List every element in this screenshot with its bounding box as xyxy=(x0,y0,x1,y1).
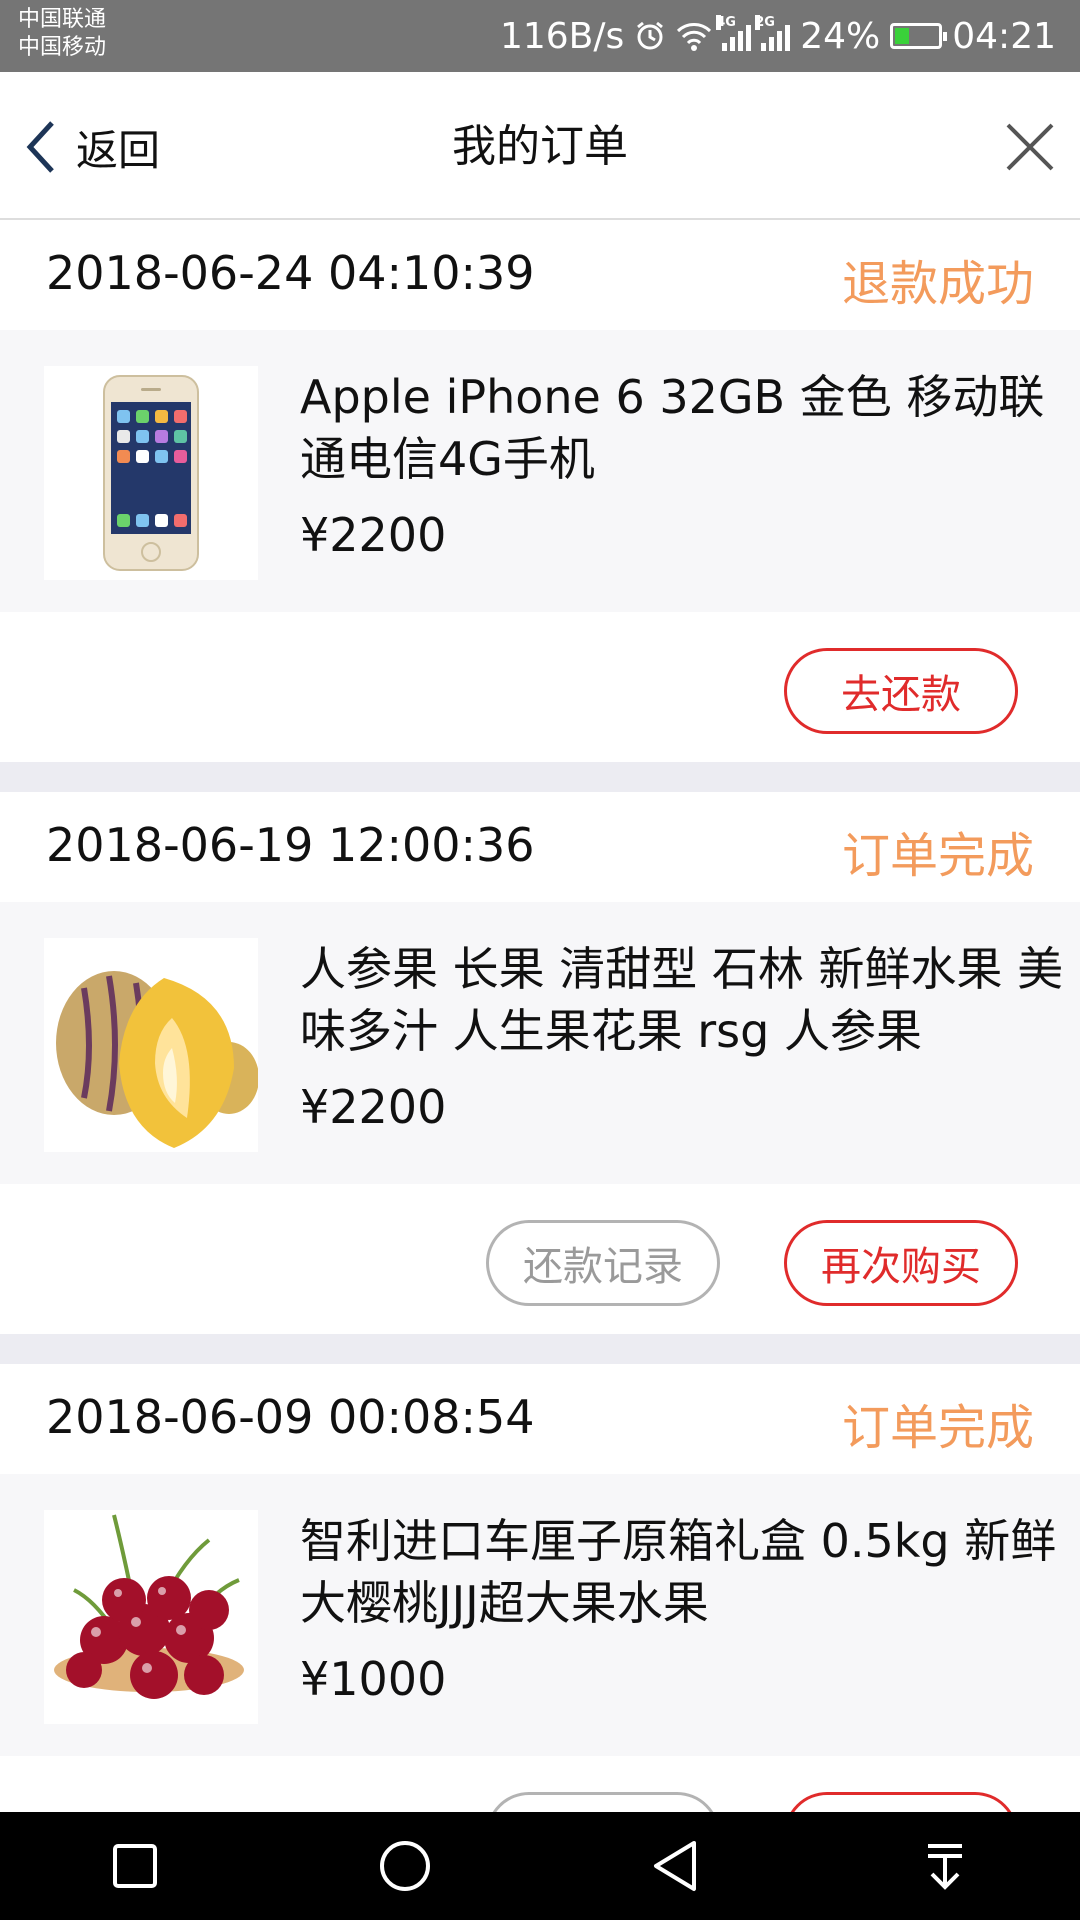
order-status: 退款成功 xyxy=(841,256,1034,312)
alarm-icon xyxy=(634,20,666,52)
product-price: ¥1000 xyxy=(300,1652,447,1706)
wifi-icon xyxy=(676,21,712,51)
order-header: 2018-06-24 04:10:39 退款成功 xyxy=(0,220,1080,330)
page-title: 我的订单 xyxy=(452,121,628,172)
product-name: Apple iPhone 6 32GB 金色 移动联通电信4G手机 xyxy=(300,370,1045,486)
product-price: ¥2200 xyxy=(300,508,447,562)
navigation-bar: 返回 我的订单 xyxy=(0,72,1080,220)
product-name: 人参果 长果 清甜型 石林 新鲜水果 美味多汁 人生果花果 rsg 人参果 xyxy=(300,942,1064,1058)
product-name: 智利进口车厘子原箱礼盒 0.5kg 新鲜大樱桃JJJ超大果水果 xyxy=(300,1514,1057,1630)
circle-icon xyxy=(380,1841,430,1891)
status-icons: 116B/s 4G 2G 24% 04:21 xyxy=(500,0,1056,72)
battery-icon xyxy=(890,23,948,49)
carrier-1: 中国联通 xyxy=(18,7,107,32)
order-separator xyxy=(0,762,1080,792)
close-button[interactable] xyxy=(1000,117,1060,177)
clock: 04:21 xyxy=(952,15,1056,57)
order-time: 2018-06-24 04:10:39 xyxy=(46,246,535,300)
net-speed: 116B/s xyxy=(499,15,625,57)
pull-down-icon xyxy=(928,1844,962,1890)
order-status: 订单完成 xyxy=(841,1400,1034,1456)
close-icon xyxy=(1006,123,1054,171)
order-list: 2018-06-24 04:10:39 退款成功 Apple iPhone 6 … xyxy=(0,220,1080,1906)
order-separator xyxy=(0,1334,1080,1364)
order-item[interactable]: 人参果 长果 清甜型 石林 新鲜水果 美味多汁 人生果花果 rsg 人参果 ¥2… xyxy=(0,902,1080,1184)
notification-pull-button[interactable] xyxy=(885,1812,1005,1920)
triangle-back-icon xyxy=(654,1841,696,1891)
order-item[interactable]: 智利进口车厘子原箱礼盒 0.5kg 新鲜大樱桃JJJ超大果水果 ¥1000 xyxy=(0,1474,1080,1756)
recent-apps-button[interactable] xyxy=(75,1812,195,1920)
repay-button[interactable]: 去还款 xyxy=(784,648,1018,734)
buy-again-button[interactable]: 再次购买 xyxy=(784,1220,1018,1306)
order-time: 2018-06-19 12:00:36 xyxy=(46,818,535,872)
signal-4g-icon: 4G xyxy=(716,15,752,51)
carrier-info: 中国联通 中国移动 xyxy=(18,6,106,62)
signal-2g-icon: 2G xyxy=(755,15,791,51)
cherries-image xyxy=(44,1510,258,1724)
order-status: 订单完成 xyxy=(841,828,1034,884)
iphone-image xyxy=(44,366,258,580)
carrier-2: 中国移动 xyxy=(18,35,107,60)
system-navigation-bar xyxy=(0,1812,1080,1920)
product-price: ¥2200 xyxy=(300,1080,447,1134)
order-header: 2018-06-19 12:00:36 订单完成 xyxy=(0,792,1080,902)
order-item[interactable]: Apple iPhone 6 32GB 金色 移动联通电信4G手机 ¥2200 xyxy=(0,330,1080,612)
order-card: 2018-06-19 12:00:36 订单完成 人参果 长果 清甜型 石林 新… xyxy=(0,792,1080,1334)
order-actions: 去还款 xyxy=(0,612,1080,762)
order-header: 2018-06-09 00:08:54 订单完成 xyxy=(0,1364,1080,1474)
pepino-fruit-image xyxy=(44,938,258,1152)
repayment-record-button[interactable]: 还款记录 xyxy=(486,1220,720,1306)
battery-percent: 24% xyxy=(800,15,881,57)
back-nav-button[interactable] xyxy=(615,1812,735,1920)
square-icon xyxy=(113,1844,157,1888)
home-button[interactable] xyxy=(345,1812,465,1920)
order-actions: 还款记录 再次购买 xyxy=(0,1184,1080,1334)
status-bar: 中国联通 中国移动 116B/s 4G 2G 24% 04:21 xyxy=(0,0,1080,72)
order-card: 2018-06-24 04:10:39 退款成功 Apple iPhone 6 … xyxy=(0,220,1080,762)
order-time: 2018-06-09 00:08:54 xyxy=(46,1390,535,1444)
